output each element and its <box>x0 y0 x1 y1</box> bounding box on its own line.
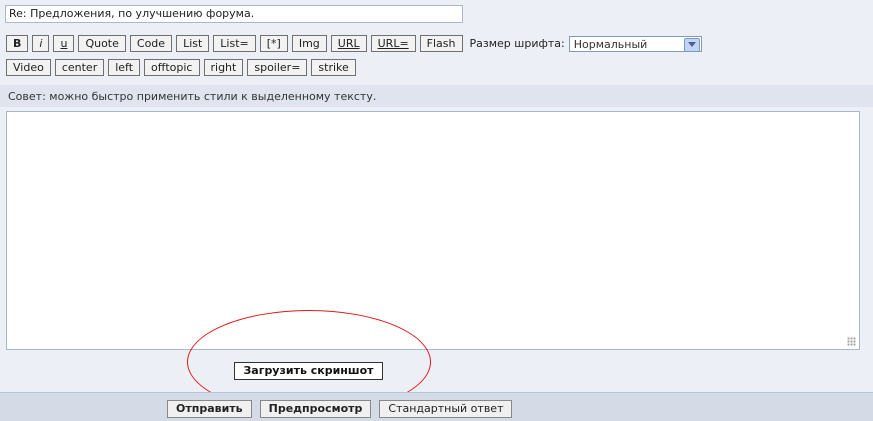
flash-button[interactable]: Flash <box>419 35 463 52</box>
bold-button[interactable]: B <box>6 35 29 52</box>
img-button[interactable]: Img <box>291 35 327 52</box>
right-button[interactable]: right <box>203 59 244 76</box>
font-size-select-value: Нормальный <box>573 37 648 51</box>
bbcode-toolbar-row-2: Video center left offtopic right spoiler= stri… <box>6 59 356 76</box>
hint-text: Совет: можно быстро применить стили к вы… <box>8 90 377 103</box>
font-size-label: Размер шрифта: <box>469 37 565 50</box>
spoiler-button[interactable]: spoiler= <box>247 59 308 76</box>
footer-buttons: Отправить Предпросмотр Стандартный ответ <box>167 400 513 418</box>
center-button[interactable]: center <box>54 59 105 76</box>
left-button[interactable]: left <box>108 59 141 76</box>
quote-button[interactable]: Quote <box>78 35 126 52</box>
list-button[interactable]: List <box>176 35 210 52</box>
subject-input[interactable]: Re: Предложения, по улучшению форума. <box>5 5 463 23</box>
code-button[interactable]: Code <box>129 35 173 52</box>
underline-button[interactable]: u <box>53 35 75 52</box>
list-numbered-button[interactable]: List= <box>213 35 256 52</box>
font-size-select[interactable]: Нормальный <box>568 35 702 52</box>
resize-grip-icon[interactable] <box>847 337 856 346</box>
chevron-down-icon[interactable] <box>683 37 700 52</box>
offtopic-button[interactable]: offtopic <box>144 59 200 76</box>
message-textarea[interactable] <box>6 111 860 350</box>
url-button[interactable]: URL <box>330 35 367 52</box>
submit-button[interactable]: Отправить <box>167 400 252 418</box>
bbcode-toolbar-row-1: Bi u Quote Code List List= [*] Img URL URL= Flash Р… <box>6 35 702 52</box>
preview-button[interactable]: Предпросмотр <box>259 400 372 418</box>
url-named-button[interactable]: URL= <box>370 35 416 52</box>
standard-reply-button[interactable]: Стандартный ответ <box>379 400 513 418</box>
strike-button[interactable]: strike <box>311 59 356 76</box>
italic-button[interactable]: i <box>32 35 50 52</box>
list-item-button[interactable]: [*] <box>259 35 288 52</box>
video-button[interactable]: Video <box>6 59 51 76</box>
upload-screenshot-button[interactable]: Загрузить скриншот <box>234 362 383 380</box>
